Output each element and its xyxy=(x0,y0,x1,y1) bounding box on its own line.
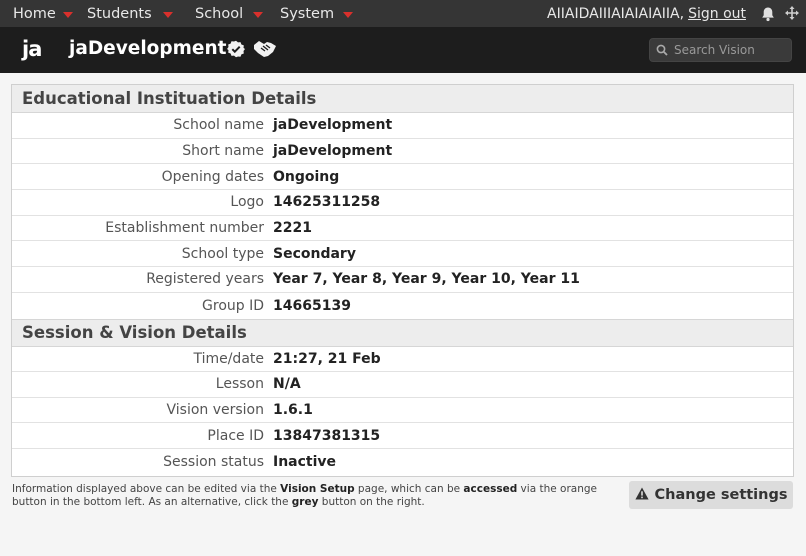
app-logo[interactable]: ja xyxy=(22,37,42,61)
note-text: page, which can be xyxy=(354,483,464,495)
detail-value: 14665139 xyxy=(273,297,351,314)
nav-item-students[interactable]: Students xyxy=(87,0,173,27)
help-note: Information displayed above can be edite… xyxy=(12,483,622,509)
detail-row: Lesson N/A xyxy=(12,372,793,398)
top-nav: Home Students School System AIIAIDAIIIAI… xyxy=(0,0,806,27)
detail-row: Logo 14625311258 xyxy=(12,190,793,216)
detail-row: Opening dates Ongoing xyxy=(12,164,793,191)
search-box[interactable] xyxy=(649,38,792,62)
detail-label: Session status xyxy=(163,453,264,470)
note-bold: grey xyxy=(291,496,319,508)
detail-label: Place ID xyxy=(207,427,264,444)
detail-value: 1.6.1 xyxy=(273,401,313,418)
detail-value: 21:27, 21 Feb xyxy=(273,350,381,367)
detail-row: Registered years Year 7, Year 8, Year 9, … xyxy=(12,267,793,293)
nav-item-label: Home xyxy=(13,5,56,22)
warning-icon xyxy=(634,487,649,504)
detail-value: N/A xyxy=(273,376,301,393)
detail-value: Ongoing xyxy=(273,168,340,185)
nav-item-label: Students xyxy=(87,5,152,22)
detail-label: Lesson xyxy=(215,376,264,393)
verified-badge-icon xyxy=(227,40,245,62)
detail-label: Establishment number xyxy=(105,220,264,237)
nav-item-home[interactable]: Home xyxy=(13,0,73,27)
detail-label: School name xyxy=(173,117,264,134)
detail-row: Place ID 13847381315 xyxy=(12,423,793,449)
details-panel: Educational Instituation Details School … xyxy=(11,84,794,477)
detail-row: Vision version 1.6.1 xyxy=(12,398,793,424)
session-rows: Time/date 21:27, 21 Feb Lesson N/A Vision ve… xyxy=(12,347,793,475)
search-input[interactable] xyxy=(674,43,789,57)
detail-row: School type Secondary xyxy=(12,241,793,268)
note-text: button on the right. xyxy=(318,496,425,508)
detail-value: Year 7, Year 8, Year 9, Year 10, Year 11 xyxy=(273,271,580,288)
handshake-icon xyxy=(253,39,277,63)
detail-label: Registered years xyxy=(146,271,264,288)
nav-item-school[interactable]: School xyxy=(195,0,264,27)
chevron-down-icon xyxy=(162,11,173,18)
detail-value: Inactive xyxy=(273,453,337,470)
detail-row: Short name jaDevelopment xyxy=(12,139,793,165)
note-bold: accessed xyxy=(463,483,518,495)
chevron-down-icon xyxy=(343,11,354,18)
detail-label: Time/date xyxy=(193,350,264,367)
user-name: AIIAIDAIIIAIAIAIAIIA, xyxy=(547,5,685,22)
detail-row: Session status Inactive xyxy=(12,449,793,475)
nav-item-label: System xyxy=(280,5,335,22)
move-arrows-icon[interactable] xyxy=(782,4,802,24)
detail-label: Short name xyxy=(182,143,264,160)
detail-label: Vision version xyxy=(166,401,264,418)
nav-item-label: School xyxy=(195,5,244,22)
detail-label: Group ID xyxy=(202,297,264,314)
section-title-session: Session & Vision Details xyxy=(12,318,793,347)
detail-label: Opening dates xyxy=(161,168,264,185)
change-settings-label: Change settings xyxy=(654,487,788,503)
nav-user-area: AIIAIDAIIIAIAIAIAIIA, Sign out xyxy=(547,0,806,27)
detail-value: jaDevelopment xyxy=(273,117,393,134)
detail-row: Establishment number 2221 xyxy=(12,216,793,242)
search-icon xyxy=(656,41,668,60)
detail-value: jaDevelopment xyxy=(273,143,393,160)
chevron-down-icon xyxy=(62,11,73,18)
bell-icon[interactable] xyxy=(758,4,778,24)
section-title-institution: Educational Instituation Details xyxy=(12,85,793,113)
sign-out-link[interactable]: Sign out xyxy=(688,6,746,22)
change-settings-button[interactable]: Change settings xyxy=(629,481,793,509)
detail-row: Time/date 21:27, 21 Feb xyxy=(12,347,793,373)
detail-value: 14625311258 xyxy=(273,194,381,211)
note-bold: Vision Setup xyxy=(280,483,355,495)
detail-value: Secondary xyxy=(273,245,356,262)
institution-rows: School name jaDevelopment Short name jaDeve… xyxy=(12,113,793,319)
detail-value: 2221 xyxy=(273,220,312,237)
detail-row: School name jaDevelopment xyxy=(12,113,793,139)
nav-item-system[interactable]: System xyxy=(280,0,354,27)
detail-label: School type xyxy=(181,245,264,262)
app-header: ja jaDevelopment xyxy=(0,27,806,73)
chevron-down-icon xyxy=(253,11,264,18)
detail-label: Logo xyxy=(230,194,264,211)
detail-row: Group ID 14665139 xyxy=(12,293,793,319)
app-name: jaDevelopment xyxy=(69,38,227,59)
note-text: Information displayed above can be edite… xyxy=(12,483,281,495)
detail-value: 13847381315 xyxy=(273,427,381,444)
